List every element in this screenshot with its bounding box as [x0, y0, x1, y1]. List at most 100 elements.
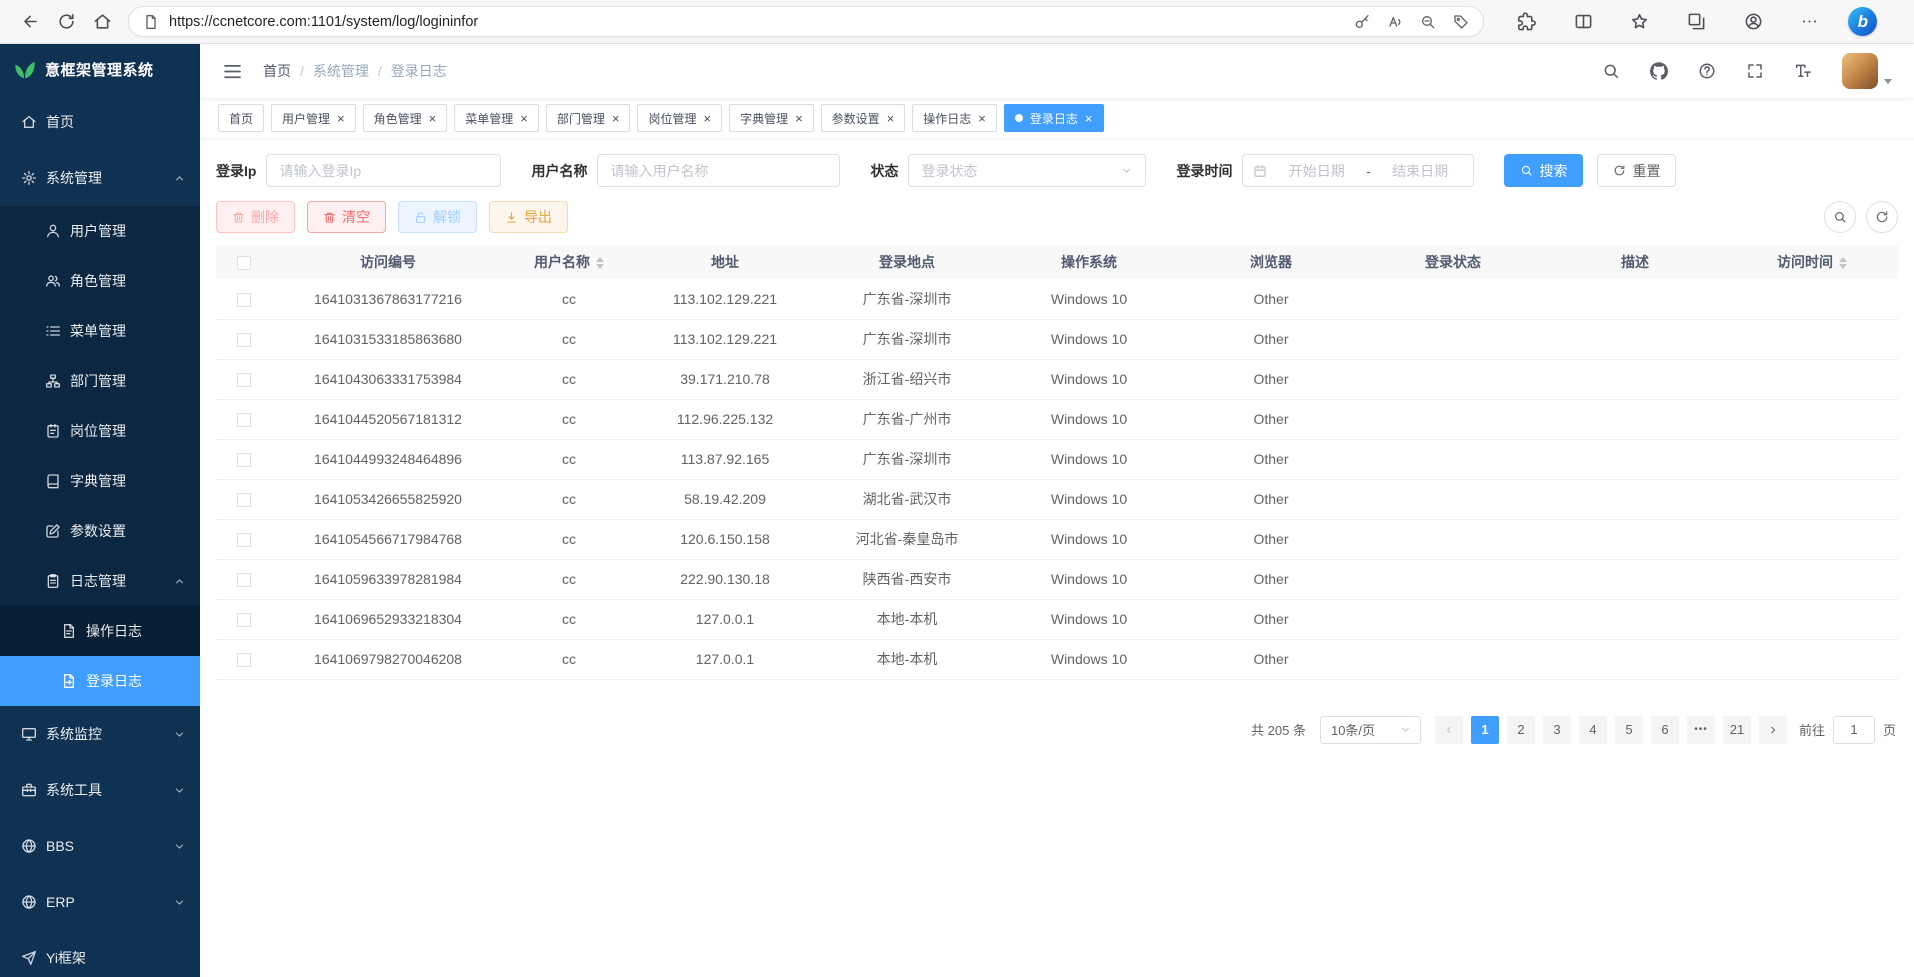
pagination-page-5[interactable]: 5 — [1615, 716, 1643, 744]
github-icon[interactable] — [1650, 62, 1668, 80]
key-icon[interactable] — [1354, 14, 1370, 30]
login-ip-input[interactable] — [266, 154, 501, 187]
tab-close-icon[interactable]: × — [703, 112, 711, 125]
sidebar-item-erp[interactable]: ERP — [0, 874, 200, 930]
column-header-user-name[interactable]: 用户名称 — [504, 245, 634, 279]
sidebar-item-system-mgmt[interactable]: 系统管理 — [0, 150, 200, 206]
table-row[interactable]: 1641043063331753984cc39.171.210.78浙江省-绍兴… — [216, 359, 1898, 399]
tab-close-icon[interactable]: × — [1085, 112, 1093, 125]
browser-profile-button[interactable] — [1735, 4, 1771, 40]
row-checkbox[interactable] — [237, 653, 251, 667]
column-header-visit-time[interactable]: 访问时间 — [1726, 245, 1898, 279]
browser-menu-button[interactable] — [1792, 4, 1828, 40]
tab-close-icon[interactable]: × — [612, 112, 620, 125]
address-bar[interactable]: https://ccnetcore.com:1101/system/log/lo… — [128, 6, 1484, 37]
browser-back-button[interactable] — [12, 4, 48, 40]
collections-button[interactable] — [1679, 4, 1715, 40]
row-checkbox[interactable] — [237, 453, 251, 467]
sidebar-item-yi-framework[interactable]: Yi框架 — [0, 930, 200, 977]
breadcrumb-item[interactable]: 系统管理 — [313, 61, 369, 81]
tab-dict-mgmt[interactable]: 字典管理× — [729, 104, 814, 132]
tab-login-log[interactable]: 登录日志× — [1004, 104, 1104, 132]
favorites-button[interactable] — [1622, 4, 1658, 40]
sidebar-item-menu-mgmt[interactable]: 菜单管理 — [0, 306, 200, 356]
extensions-button[interactable] — [1509, 4, 1545, 40]
row-checkbox[interactable] — [237, 613, 251, 627]
tab-user-mgmt[interactable]: 用户管理× — [271, 104, 356, 132]
pagination-page-4[interactable]: 4 — [1579, 716, 1607, 744]
tab-role-mgmt[interactable]: 角色管理× — [363, 104, 448, 132]
sidebar-toggle-icon[interactable] — [222, 61, 243, 82]
export-button[interactable]: 导出 — [489, 201, 568, 233]
pagination-page-2[interactable]: 2 — [1507, 716, 1535, 744]
pagination-next-button[interactable] — [1759, 716, 1787, 744]
sort-carets-icon[interactable] — [596, 257, 604, 269]
refresh-table-button[interactable] — [1866, 201, 1898, 233]
sort-carets-icon[interactable] — [1839, 257, 1847, 269]
tab-close-icon[interactable]: × — [978, 112, 986, 125]
pagination-more-button[interactable]: ••• — [1687, 716, 1715, 744]
tab-post-mgmt[interactable]: 岗位管理× — [637, 104, 722, 132]
clear-button[interactable]: 清空 — [307, 201, 386, 233]
tab-close-icon[interactable]: × — [795, 112, 803, 125]
table-row[interactable]: 1641031367863177216cc113.102.129.221广东省-… — [216, 279, 1898, 319]
pagination-prev-button[interactable] — [1435, 716, 1463, 744]
tab-operation-log[interactable]: 操作日志× — [912, 104, 997, 132]
read-aloud-icon[interactable] — [1387, 14, 1403, 30]
font-size-icon[interactable] — [1794, 62, 1812, 80]
split-screen-button[interactable] — [1565, 4, 1601, 40]
login-time-range-picker[interactable]: 开始日期 - 结束日期 — [1242, 154, 1474, 187]
user-avatar[interactable] — [1842, 53, 1892, 89]
tab-menu-mgmt[interactable]: 菜单管理× — [454, 104, 539, 132]
sidebar-item-home[interactable]: 首页 — [0, 94, 200, 150]
toggle-search-button[interactable] — [1824, 201, 1856, 233]
tab-close-icon[interactable]: × — [337, 112, 345, 125]
tab-close-icon[interactable]: × — [887, 112, 895, 125]
row-checkbox[interactable] — [237, 533, 251, 547]
sidebar-item-log-mgmt[interactable]: 日志管理 — [0, 556, 200, 606]
tab-close-icon[interactable]: × — [520, 112, 528, 125]
pagination-page-21[interactable]: 21 — [1723, 716, 1751, 744]
sidebar-item-dict-mgmt[interactable]: 字典管理 — [0, 456, 200, 506]
table-row[interactable]: 1641059633978281984cc222.90.130.18陕西省-西安… — [216, 559, 1898, 599]
fullscreen-icon[interactable] — [1746, 62, 1764, 80]
sidebar-item-system-tools[interactable]: 系统工具 — [0, 762, 200, 818]
deals-icon[interactable] — [1453, 14, 1469, 30]
delete-button[interactable]: 删除 — [216, 201, 295, 233]
pagination-page-1[interactable]: 1 — [1471, 716, 1499, 744]
sidebar-item-operation-log[interactable]: 操作日志 — [0, 606, 200, 656]
unlock-button[interactable]: 解锁 — [398, 201, 477, 233]
zoom-out-icon[interactable] — [1420, 14, 1436, 30]
table-row[interactable]: 1641069652933218304cc127.0.0.1本地-本机Windo… — [216, 599, 1898, 639]
reset-button[interactable]: 重置 — [1597, 154, 1676, 187]
table-row[interactable]: 1641031533185863680cc113.102.129.221广东省-… — [216, 319, 1898, 359]
select-all-checkbox[interactable] — [237, 256, 251, 270]
sidebar-item-param-settings[interactable]: 参数设置 — [0, 506, 200, 556]
row-checkbox[interactable] — [237, 293, 251, 307]
row-checkbox[interactable] — [237, 373, 251, 387]
sidebar-item-post-mgmt[interactable]: 岗位管理 — [0, 406, 200, 456]
row-checkbox[interactable] — [237, 573, 251, 587]
table-row[interactable]: 1641053426655825920cc58.19.42.209湖北省-武汉市… — [216, 479, 1898, 519]
search-button[interactable]: 搜索 — [1504, 154, 1583, 187]
row-checkbox[interactable] — [237, 333, 251, 347]
tab-dept-mgmt[interactable]: 部门管理× — [546, 104, 631, 132]
table-row[interactable]: 1641044520567181312cc112.96.225.132广东省-广… — [216, 399, 1898, 439]
breadcrumb-item[interactable]: 首页 — [263, 61, 291, 81]
row-checkbox[interactable] — [237, 493, 251, 507]
pagination-page-6[interactable]: 6 — [1651, 716, 1679, 744]
sidebar-item-role-mgmt[interactable]: 角色管理 — [0, 256, 200, 306]
pagination-page-3[interactable]: 3 — [1543, 716, 1571, 744]
browser-refresh-button[interactable] — [48, 4, 84, 40]
sidebar-item-bbs[interactable]: BBS — [0, 818, 200, 874]
user-name-input[interactable] — [597, 154, 840, 187]
row-checkbox[interactable] — [237, 413, 251, 427]
status-select[interactable]: 登录状态 — [908, 154, 1146, 187]
table-row[interactable]: 1641069798270046208cc127.0.0.1本地-本机Windo… — [216, 639, 1898, 679]
header-search-icon[interactable] — [1602, 62, 1620, 80]
goto-page-input[interactable] — [1833, 716, 1875, 744]
table-row[interactable]: 1641044993248464896cc113.87.92.165广东省-深圳… — [216, 439, 1898, 479]
browser-home-button[interactable] — [84, 4, 120, 40]
sidebar-item-system-monitor[interactable]: 系统监控 — [0, 706, 200, 762]
page-size-select[interactable]: 10条/页 — [1320, 716, 1421, 744]
